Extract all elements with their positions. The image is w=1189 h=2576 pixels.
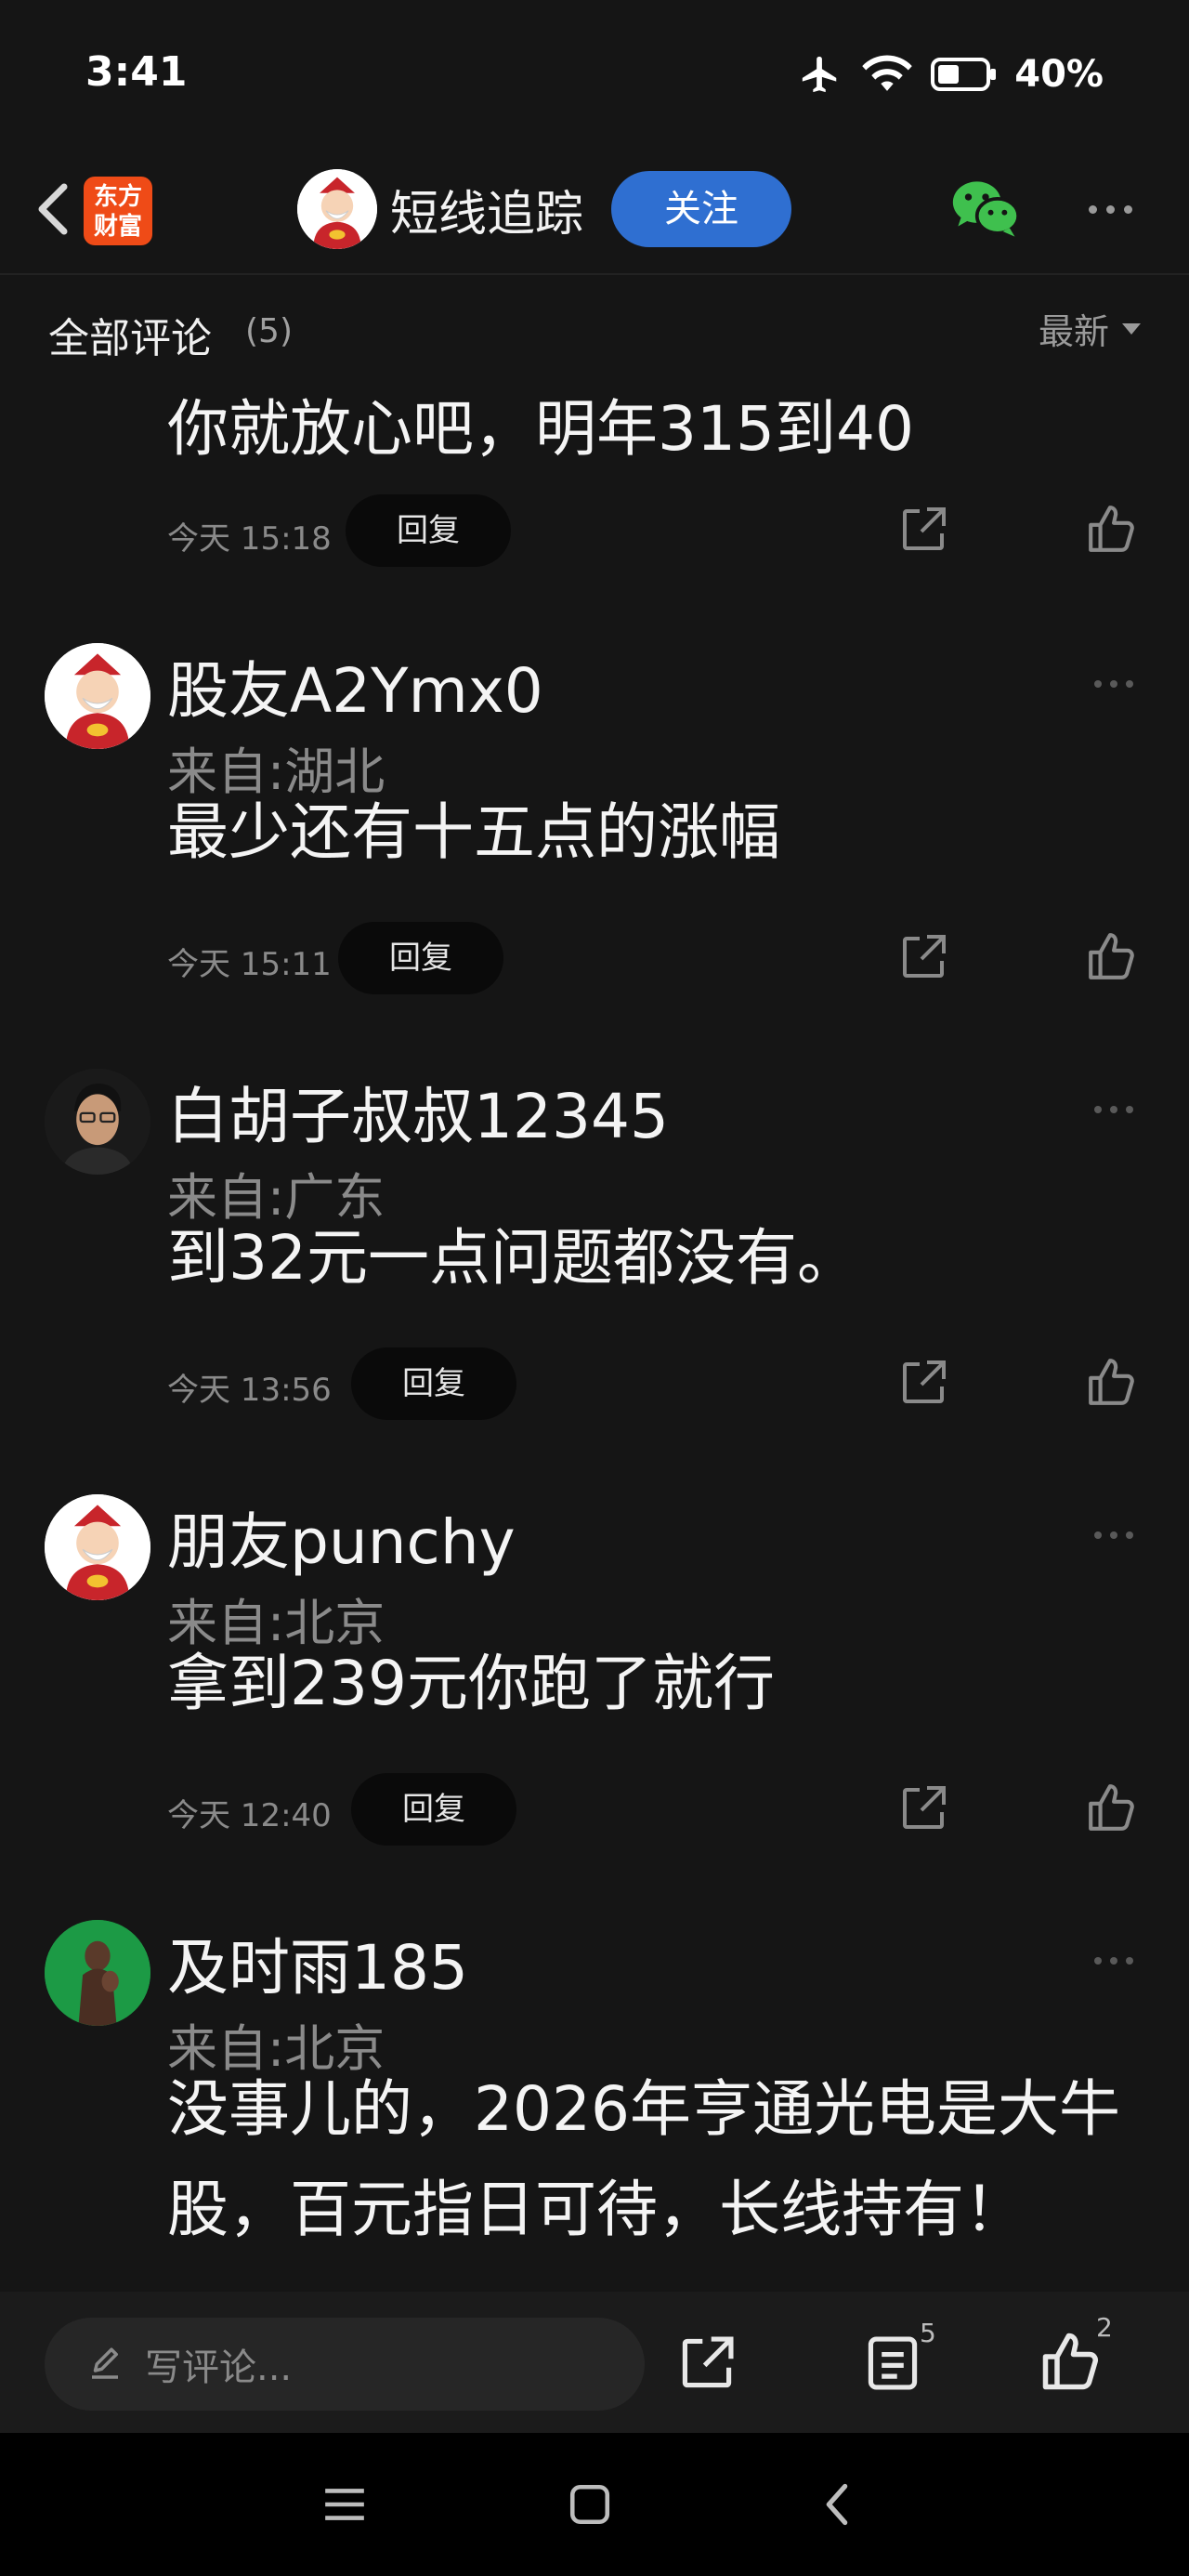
comment-text: 你就放心吧，明年315到40: [167, 393, 914, 465]
wifi-icon: [862, 55, 913, 91]
airplane-icon: [803, 56, 837, 93]
app-logo-line-2: 财富: [93, 213, 142, 241]
comment-author[interactable]: 朋友punchy: [167, 1492, 516, 1582]
fortune-god-avatar-icon: [45, 643, 150, 749]
app-logo[interactable]: 东方 财富: [84, 177, 152, 245]
comment-item: 及时雨185 来自:北京 没事儿的，2026年亨通光电是大牛股，百元指日可待，长…: [0, 1918, 1189, 2292]
comment-item: 白胡子叔叔12345 来自:广东 到32元一点问题都没有。 今天 13:56 回…: [0, 1067, 1189, 1439]
follow-button[interactable]: 关注: [611, 171, 791, 247]
wechat-share-button[interactable]: [951, 177, 1020, 242]
system-navigation-bar: [0, 2433, 1189, 2576]
user-avatar[interactable]: [45, 1069, 150, 1175]
user-avatar[interactable]: [45, 1920, 150, 2026]
more-options-button[interactable]: [1078, 186, 1143, 232]
reply-button[interactable]: 回复: [346, 494, 511, 567]
header-bar: 东方 财富 短线追踪 关注: [0, 149, 1189, 275]
comment-item: 股友A2Ymx0 来自:湖北 最少还有十五点的涨幅 今天 15:11 回复: [0, 641, 1189, 1013]
like-count-badge: 2: [1096, 2312, 1113, 2343]
thumbs-up-icon[interactable]: [1085, 929, 1139, 983]
reply-button[interactable]: 回复: [351, 1773, 516, 1846]
comment-more-button[interactable]: [1094, 1526, 1143, 1544]
share-icon[interactable]: [897, 931, 949, 983]
pencil-icon: [92, 2347, 118, 2379]
comment-text: 到32元一点问题都没有。: [167, 1222, 858, 1294]
user-avatar[interactable]: [45, 643, 150, 749]
fortune-god-avatar-icon: [45, 1494, 150, 1600]
comment-input-placeholder: 写评论...: [145, 2346, 293, 2389]
comment-time: 今天 15:11: [167, 946, 332, 983]
battery-percentage: 40%: [1014, 53, 1104, 96]
comments-title: 全部评论: [48, 315, 212, 362]
comment-more-button[interactable]: [1094, 1100, 1143, 1119]
bottom-action-bar: 写评论... 5 2: [0, 2292, 1189, 2433]
status-bar: 3:41 40%: [0, 0, 1189, 149]
comment-author[interactable]: 白胡子叔叔12345: [167, 1067, 669, 1156]
chevron-left-icon: [826, 2483, 848, 2526]
write-comment-input[interactable]: 写评论...: [45, 2318, 645, 2411]
comments-count: (5): [245, 312, 293, 350]
thumbs-up-icon[interactable]: [1085, 502, 1139, 556]
comment-more-button[interactable]: [1094, 675, 1143, 693]
chevron-left-icon: [38, 183, 68, 235]
comment-author[interactable]: 及时雨185: [167, 1918, 468, 2007]
fortune-god-avatar-icon: [297, 169, 377, 249]
comment-time: 今天 15:18: [167, 520, 332, 558]
sort-label: 最新: [1038, 311, 1109, 352]
statue-photo-avatar-icon: [45, 1920, 150, 2026]
comment-time: 今天 13:56: [167, 1372, 332, 1409]
wechat-icon: [952, 181, 1020, 237]
thumbs-up-icon[interactable]: [1039, 2329, 1104, 2394]
comment-item: 你就放心吧，明年315到40 今天 15:18 回复: [0, 379, 1189, 602]
comment-text: 最少还有十五点的涨幅: [167, 796, 780, 868]
share-icon[interactable]: [897, 1782, 949, 1834]
system-back-button[interactable]: [806, 2474, 868, 2535]
comments-list-icon[interactable]: [862, 2333, 923, 2394]
recent-apps-button[interactable]: [314, 2474, 375, 2535]
thumbs-up-icon[interactable]: [1085, 1781, 1139, 1834]
share-icon[interactable]: [897, 1357, 949, 1409]
back-button[interactable]: [20, 177, 85, 242]
channel-avatar[interactable]: [297, 169, 377, 249]
comments-header: 全部评论 (5) 最新: [0, 277, 1189, 379]
comment-time: 今天 12:40: [167, 1797, 332, 1834]
channel-name[interactable]: 短线追踪: [390, 175, 583, 244]
battery-icon: [931, 58, 997, 91]
app-logo-line-1: 东方: [93, 183, 142, 211]
user-avatar[interactable]: [45, 1494, 150, 1600]
home-button[interactable]: [559, 2474, 621, 2535]
caret-down-icon: [1122, 322, 1141, 335]
comment-text: 没事儿的，2026年亨通光电是大牛股，百元指日可待，长线持有！: [167, 2073, 1120, 2245]
comment-item: 朋友punchy 来自:北京 拿到239元你跑了就行 今天 12:40 回复: [0, 1492, 1189, 1864]
share-icon[interactable]: [897, 504, 949, 556]
share-icon[interactable]: [676, 2333, 738, 2394]
sort-dropdown[interactable]: 最新: [1039, 303, 1141, 354]
reply-button[interactable]: 回复: [338, 922, 503, 994]
square-home-icon: [569, 2484, 610, 2525]
reply-button[interactable]: 回复: [351, 1347, 516, 1420]
menu-lines-icon: [325, 2489, 364, 2520]
status-icons: 40%: [797, 48, 1104, 100]
comment-text: 拿到239元你跑了就行: [167, 1648, 775, 1719]
thumbs-up-icon[interactable]: [1085, 1355, 1139, 1409]
comment-author[interactable]: 股友A2Ymx0: [167, 641, 543, 730]
comment-count-badge: 5: [920, 2318, 936, 2348]
person-photo-avatar-icon: [45, 1069, 150, 1175]
status-time: 3:41: [85, 48, 188, 96]
comment-more-button[interactable]: [1094, 1952, 1143, 1970]
